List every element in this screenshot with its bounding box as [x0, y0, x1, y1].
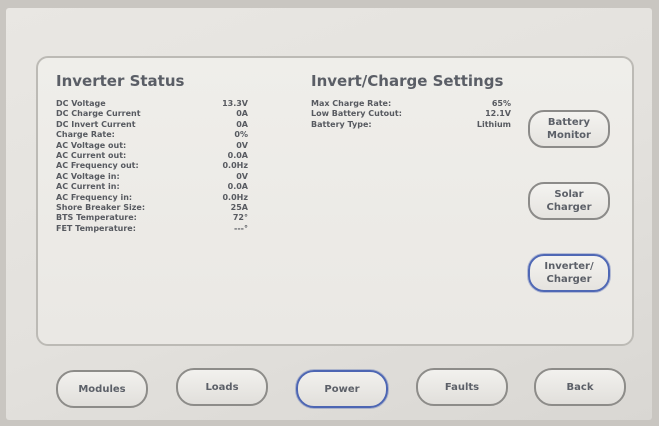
inverter-status-list: DC Voltage 13.3V DC Charge Current 0A DC I…	[56, 99, 248, 234]
status-value: 25A	[230, 202, 248, 212]
status-label: DC Invert Current	[56, 119, 136, 129]
status-label: AC Current in:	[56, 182, 120, 192]
setting-row-low-battery-cutout: Low Battery Cutout: 12.1V	[311, 109, 511, 119]
status-row-dc-voltage: DC Voltage 13.3V	[56, 99, 248, 109]
status-row-charge-rate: Charge Rate: 0%	[56, 130, 248, 140]
status-label: Shore Breaker Size:	[56, 202, 146, 212]
status-row-shore-breaker-size: Shore Breaker Size: 25A	[56, 203, 248, 213]
solar-charger-button[interactable]: Solar Charger	[528, 182, 610, 220]
status-label: Charge Rate:	[56, 130, 115, 140]
status-value: 0%	[234, 130, 248, 140]
status-row-dc-invert-current: DC Invert Current 0A	[56, 120, 248, 130]
status-value: 0.0Hz	[222, 192, 248, 202]
status-value: 0A	[236, 109, 248, 119]
status-value: 72°	[232, 213, 248, 223]
modules-button[interactable]: Modules	[56, 370, 148, 408]
setting-value: 65%	[491, 99, 511, 108]
status-label: FET Temperature:	[56, 223, 136, 233]
setting-row-max-charge-rate: Max Charge Rate: 65%	[311, 99, 511, 109]
setting-label: Max Charge Rate:	[311, 99, 392, 108]
status-label: DC Charge Current	[56, 109, 141, 119]
status-label: AC Voltage out:	[56, 140, 127, 150]
status-value: 13.3V	[222, 99, 248, 108]
status-value: 0A	[236, 119, 248, 129]
back-button[interactable]: Back	[534, 368, 626, 406]
power-status-panel: Inverter Status DC Voltage 13.3V DC Charg…	[36, 56, 634, 346]
status-label: AC Frequency in:	[56, 192, 133, 202]
power-button[interactable]: Power	[296, 370, 388, 408]
status-row-ac-current-out: AC Current out: 0.0A	[56, 151, 248, 161]
status-value: 0.0A	[227, 150, 248, 160]
status-value: ---°	[234, 223, 248, 233]
status-row-ac-voltage-out: AC Voltage out: 0V	[56, 141, 248, 151]
status-row-ac-voltage-in: AC Voltage in: 0V	[56, 172, 248, 182]
status-value: 0V	[236, 140, 248, 150]
status-label: BTS Temperature:	[56, 213, 137, 223]
loads-button[interactable]: Loads	[176, 368, 268, 406]
invert-charge-settings-title: Invert/Charge Settings	[311, 72, 504, 90]
status-value: 0.0A	[227, 182, 248, 192]
setting-value: Lithium	[476, 119, 511, 129]
status-row-fet-temperature: FET Temperature: ---°	[56, 224, 248, 234]
battery-monitor-button[interactable]: Battery Monitor	[528, 110, 610, 148]
inverter-status-title: Inverter Status	[56, 72, 185, 90]
setting-row-battery-type: Battery Type: Lithium	[311, 120, 511, 130]
faults-button[interactable]: Faults	[416, 368, 508, 406]
status-value: 0V	[236, 171, 248, 181]
setting-label: Low Battery Cutout:	[311, 109, 402, 119]
inverter-charger-button[interactable]: Inverter/ Charger	[528, 254, 610, 292]
bottom-navigation: Modules Loads Power Faults Back	[0, 360, 659, 410]
status-value: 0.0Hz	[222, 161, 248, 171]
invert-charge-settings-list: Max Charge Rate: 65% Low Battery Cutout: 1…	[311, 99, 511, 130]
setting-label: Battery Type:	[311, 119, 372, 129]
status-label: AC Voltage in:	[56, 171, 120, 181]
status-label: DC Voltage	[56, 99, 106, 108]
status-row-dc-charge-current: DC Charge Current 0A	[56, 109, 248, 119]
status-row-bts-temperature: BTS Temperature: 72°	[56, 213, 248, 223]
status-row-ac-frequency-in: AC Frequency in: 0.0Hz	[56, 193, 248, 203]
status-label: AC Frequency out:	[56, 161, 139, 171]
status-row-ac-frequency-out: AC Frequency out: 0.0Hz	[56, 161, 248, 171]
status-row-ac-current-in: AC Current in: 0.0A	[56, 182, 248, 192]
setting-value: 12.1V	[485, 109, 511, 119]
status-label: AC Current out:	[56, 150, 127, 160]
